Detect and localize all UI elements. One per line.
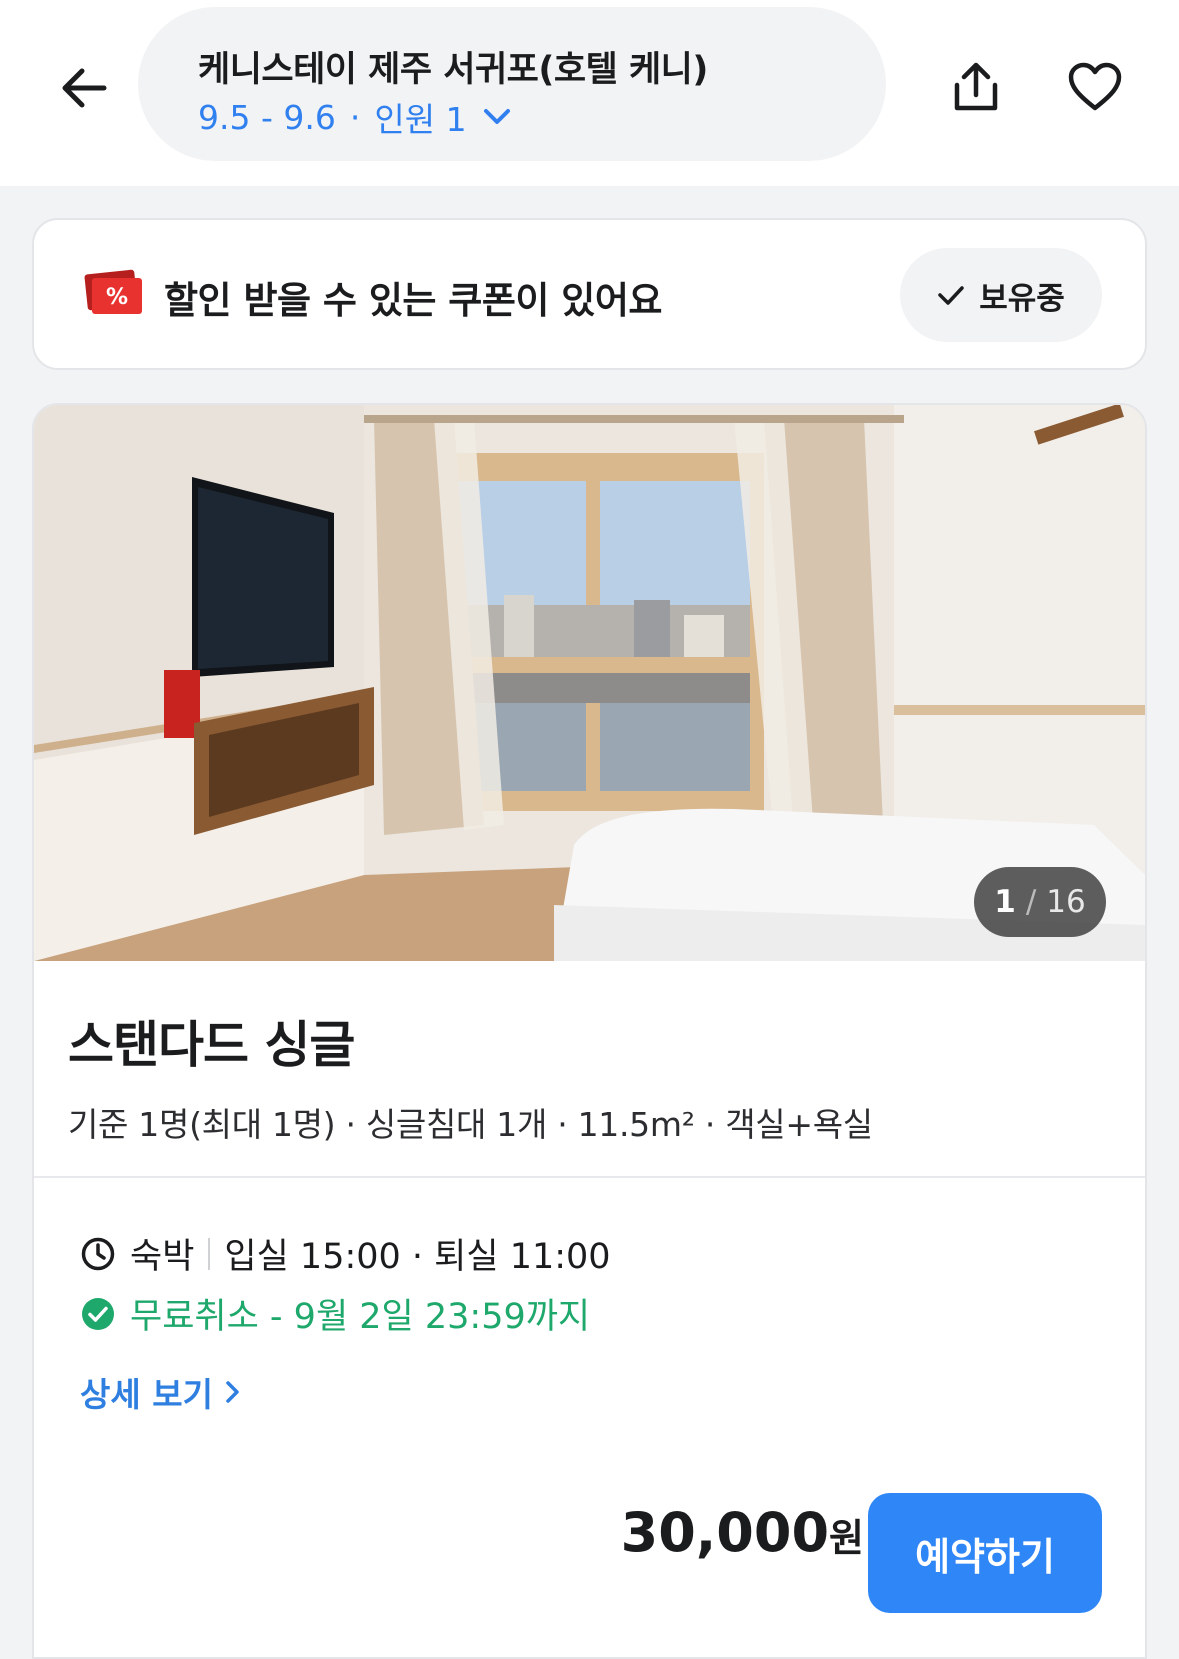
photo-separator: / xyxy=(1025,884,1037,920)
room-photo[interactable]: 1 / 16 xyxy=(34,405,1145,961)
coupon-message: 할인 받을 수 있는 쿠폰이 있어요 xyxy=(164,279,662,322)
clock-icon xyxy=(81,1237,115,1270)
stay-type: 숙박 xyxy=(130,1237,195,1277)
check-times: 입실 15:00 · 퇴실 11:00 xyxy=(224,1237,611,1277)
separator-dot: · xyxy=(349,97,361,137)
price-amount: 30,000 xyxy=(620,1501,830,1564)
detail-link[interactable]: 상세 보기 xyxy=(80,1368,241,1416)
arrow-left-icon xyxy=(62,68,107,108)
hotel-name: 케니스테이 제주 서귀포(호텔 케니) xyxy=(198,50,708,90)
free-cancel-text: 무료취소 - 9월 2일 23:59까지 xyxy=(130,1297,591,1337)
photo-current: 1 xyxy=(994,884,1016,920)
room-name: 스탠다드 싱글 xyxy=(68,1016,355,1074)
room-price: 30,000원 xyxy=(594,1501,864,1564)
detail-link-label: 상세 보기 xyxy=(80,1375,213,1414)
favorite-button[interactable] xyxy=(1060,52,1130,122)
owned-label: 보유중 xyxy=(979,280,1065,317)
coupon-icon: % xyxy=(84,268,144,318)
back-button[interactable] xyxy=(52,56,116,120)
stay-info: 숙박 입실 15:00 · 퇴실 11:00 xyxy=(80,1228,611,1279)
coupon-owned-button[interactable]: 보유중 xyxy=(900,248,1102,342)
share-icon xyxy=(954,62,998,111)
search-conditions: 9.5 - 9.6 · 인원 1 xyxy=(198,93,511,141)
coupon-banner: % 할인 받을 수 있는 쿠폰이 있어요 보유중 xyxy=(32,218,1147,370)
guest-count: 인원 1 xyxy=(374,100,467,139)
svg-text:%: % xyxy=(106,285,128,310)
room-specs: 기준 1명(최대 1명) · 싱글침대 1개 · 11.5m² · 객실+욕실 xyxy=(68,1105,873,1144)
search-summary-pill[interactable]: 케니스테이 제주 서귀포(호텔 케니) 9.5 - 9.6 · 인원 1 xyxy=(138,7,886,161)
share-button[interactable] xyxy=(944,52,1008,122)
room-photo-image xyxy=(34,405,1145,961)
chevron-right-icon xyxy=(226,1381,239,1403)
stay-separator xyxy=(208,1237,211,1270)
check-circle-icon xyxy=(82,1297,114,1330)
photo-counter: 1 / 16 xyxy=(974,867,1106,937)
heart-icon xyxy=(1068,62,1122,111)
price-unit: 원 xyxy=(829,1516,864,1560)
stay-dates: 9.5 - 9.6 xyxy=(198,97,336,137)
free-cancel-info: 무료취소 - 9월 2일 23:59까지 xyxy=(80,1288,590,1339)
room-card: 1 / 16 스탠다드 싱글 기준 1명(최대 1명) · 싱글침대 1개 · … xyxy=(32,403,1147,1659)
top-app-bar: 케니스테이 제주 서귀포(호텔 케니) 9.5 - 9.6 · 인원 1 xyxy=(0,0,1179,186)
chevron-down-icon xyxy=(483,107,511,127)
check-icon xyxy=(938,286,964,305)
divider xyxy=(34,1176,1145,1178)
photo-total: 16 xyxy=(1046,884,1086,920)
book-button[interactable]: 예약하기 xyxy=(868,1493,1102,1613)
